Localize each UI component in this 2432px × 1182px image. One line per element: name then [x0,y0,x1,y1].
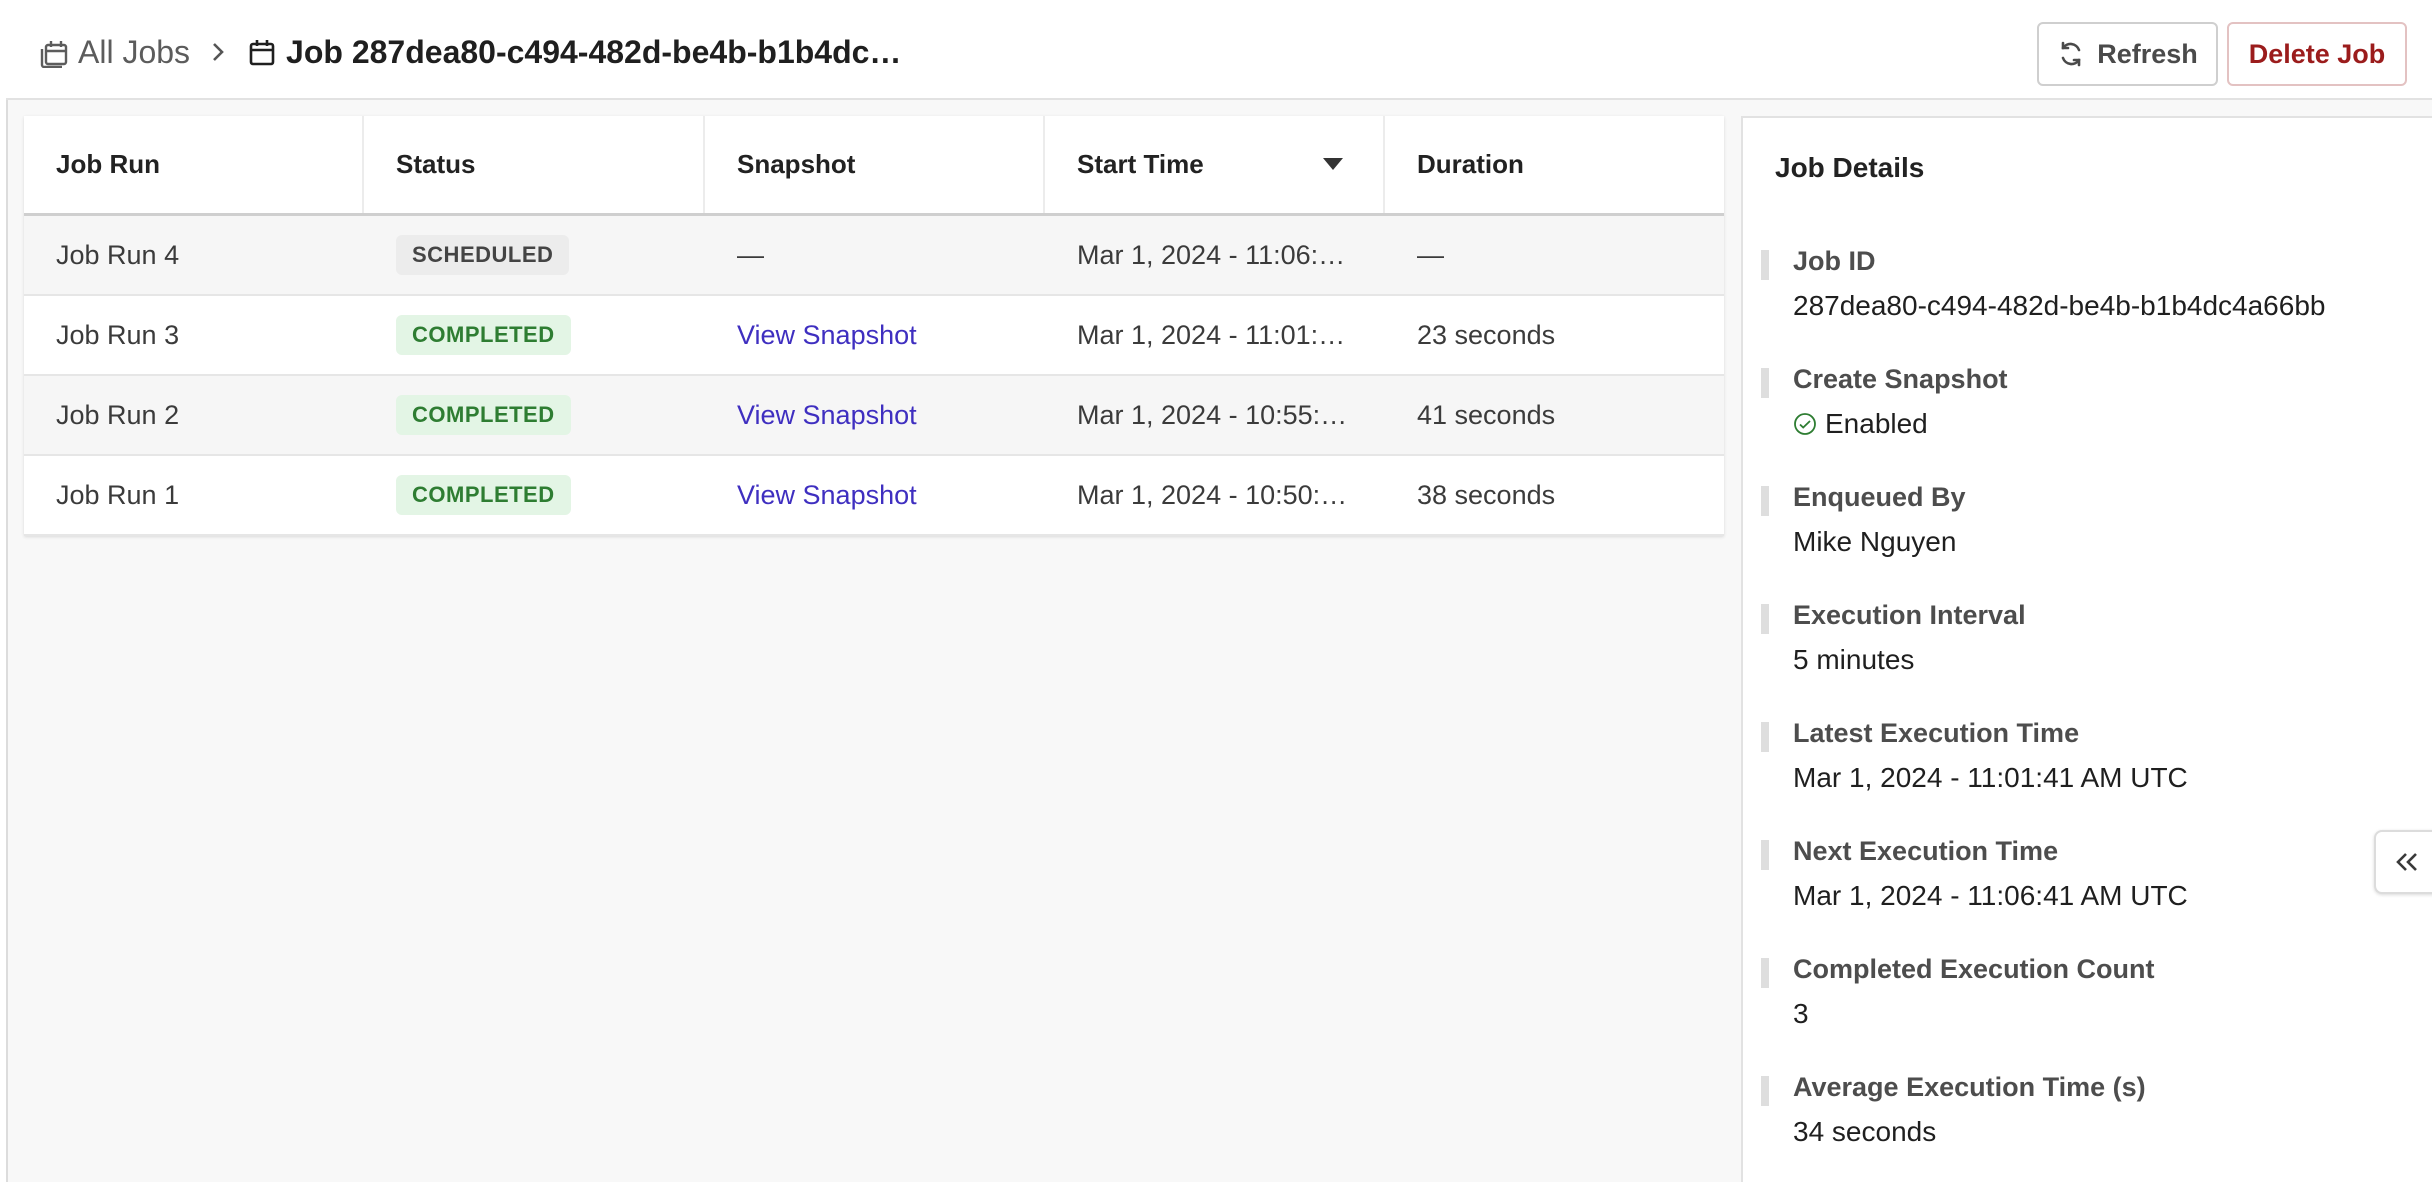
double-chevron-left-icon [2396,853,2417,871]
column-header-start-time-label: Start Time [1077,149,1204,179]
field-label: Execution Interval [1793,600,2026,630]
breadcrumb-all-jobs-label: All Jobs [78,33,191,70]
job-run-cell: Job Run 4 [56,239,180,270]
check-circle-icon [1793,412,1817,436]
snapshot-cell: View Snapshot [705,376,1045,454]
delete-job-button-label: Delete Job [2248,38,2386,69]
duration-cell: 38 seconds [1417,479,1556,510]
field-value: 3 [1793,998,1809,1029]
status-cell: COMPLETED [364,456,705,534]
status-badge: COMPLETED [396,315,571,355]
status-badge: COMPLETED [396,475,571,515]
table-row[interactable]: Job Run 3 COMPLETED View Snapshot Mar 1,… [24,296,1724,376]
status-cell: COMPLETED [364,296,705,374]
status-badge: SCHEDULED [396,235,570,275]
breadcrumb: All Jobs Job 287dea80-c494-482d-be4b-b1b… [38,4,901,100]
field-marker [1761,250,1769,280]
start-time-cell: Mar 1, 2024 - 10:50:… [1077,479,1348,510]
calendar-stack-icon [38,36,70,68]
breadcrumb-current-label: Job 287dea80-c494-482d-be4b-b1b4dc… [286,33,902,70]
column-header-status[interactable]: Status [364,116,705,213]
field-label: Enqueued By [1793,482,1966,512]
refresh-icon [2057,40,2085,68]
column-header-duration[interactable]: Duration [1385,116,1724,213]
duration-cell: — [1417,239,1444,270]
calendar-icon [246,36,278,68]
field-marker [1761,368,1769,398]
collapse-panel-button[interactable] [2374,830,2432,894]
start-time-cell: Mar 1, 2024 - 11:06:… [1077,239,1346,270]
chevron-right-icon [206,36,230,68]
job-details-panel: Job Details Job ID 287dea80-c494-482d-be… [1741,116,2432,1182]
field-marker [1761,1076,1769,1106]
snapshot-cell: View Snapshot [705,296,1045,374]
breadcrumb-current-job: Job 287dea80-c494-482d-be4b-b1b4dc… [246,34,901,71]
field-value: 34 seconds [1793,1116,1937,1147]
start-time-cell: Mar 1, 2024 - 10:55:… [1077,399,1348,430]
refresh-button[interactable]: Refresh [2037,22,2218,86]
field-label: Average Execution Time (s) [1793,1072,2146,1102]
job-run-cell: Job Run 3 [56,319,180,350]
status-cell: COMPLETED [364,376,705,454]
view-snapshot-link[interactable]: View Snapshot [737,400,917,431]
field-value: 5 minutes [1793,644,1915,675]
field-label: Job ID [1793,246,1876,276]
column-header-job-run[interactable]: Job Run [24,116,364,213]
duration-cell: 41 seconds [1417,399,1556,430]
field-label: Completed Execution Count [1793,954,2155,984]
field-marker [1761,604,1769,634]
field-marker [1761,722,1769,752]
table-row[interactable]: Job Run 2 COMPLETED View Snapshot Mar 1,… [24,376,1724,456]
table-row[interactable]: Job Run 4 SCHEDULED — Mar 1, 2024 - 11:0… [24,216,1724,296]
table-header: Job Run Status Snapshot Start Time Durat… [24,116,1724,216]
field-value: Mar 1, 2024 - 11:06:41 AM UTC [1793,880,2188,911]
start-time-cell: Mar 1, 2024 - 11:01:… [1077,319,1346,350]
field-marker [1761,958,1769,988]
field-marker [1761,840,1769,870]
field-label: Latest Execution Time [1793,718,2080,748]
create-snapshot-value: Enabled [1825,408,1928,439]
delete-job-button[interactable]: Delete Job [2227,22,2407,86]
refresh-button-label: Refresh [2097,38,2198,69]
caret-down-icon[interactable] [1321,156,1345,172]
page-header: All Jobs Job 287dea80-c494-482d-be4b-b1b… [6,4,2432,100]
breadcrumb-all-jobs[interactable]: All Jobs [38,34,190,71]
status-badge: COMPLETED [396,395,571,435]
column-header-start-time[interactable]: Start Time [1045,116,1385,213]
field-value: Enabled [1793,408,1928,440]
view-snapshot-link[interactable]: View Snapshot [737,320,917,351]
panel-title: Job Details [1775,152,1925,183]
duration-cell: 23 seconds [1417,319,1556,350]
field-marker [1761,486,1769,516]
snapshot-cell: View Snapshot [705,456,1045,534]
column-header-snapshot[interactable]: Snapshot [705,116,1045,213]
field-label: Next Execution Time [1793,836,2059,866]
status-cell: SCHEDULED [364,216,705,294]
snapshot-cell: — [737,239,764,270]
field-value: 287dea80-c494-482d-be4b-b1b4dc4a66bb [1793,290,2326,321]
view-snapshot-link[interactable]: View Snapshot [737,480,917,511]
job-runs-table: Job Run Status Snapshot Start Time Durat… [24,116,1724,536]
field-value: Mar 1, 2024 - 11:01:41 AM UTC [1793,762,2188,793]
job-run-cell: Job Run 2 [56,399,180,430]
enqueued-by-link[interactable]: Mike Nguyen [1793,526,1956,558]
field-label: Create Snapshot [1793,364,2008,394]
job-run-cell: Job Run 1 [56,479,180,510]
table-row[interactable]: Job Run 1 COMPLETED View Snapshot Mar 1,… [24,456,1724,536]
